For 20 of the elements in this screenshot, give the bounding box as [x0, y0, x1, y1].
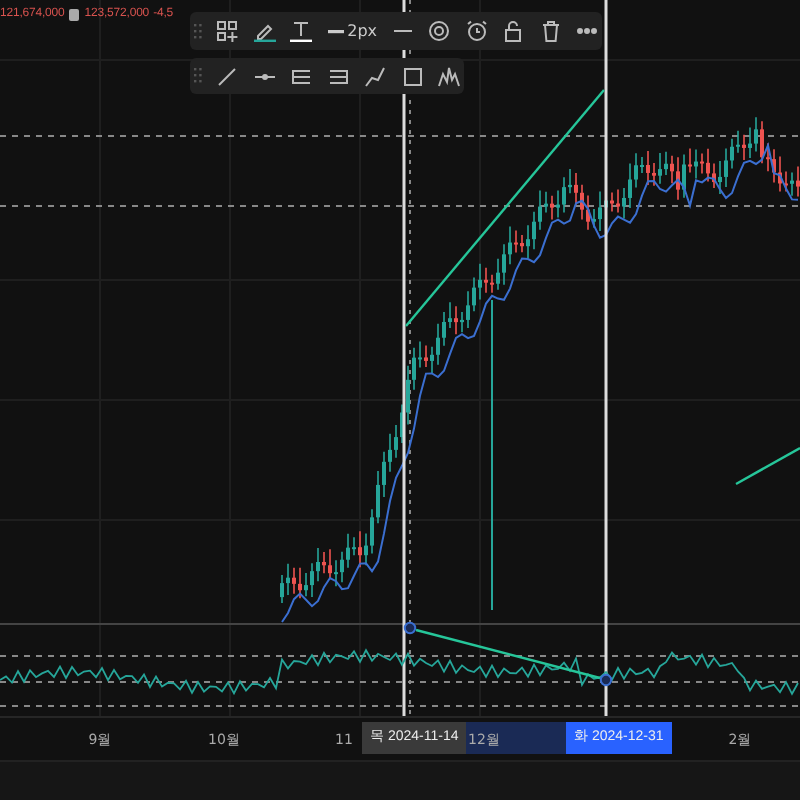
drag-handle-icon[interactable]	[194, 23, 202, 39]
drag-handle-icon[interactable]	[194, 68, 202, 84]
line-width-icon	[327, 27, 344, 35]
trend-line[interactable]	[403, 621, 613, 687]
brush-icon[interactable]	[364, 65, 387, 87]
line-width-button[interactable]: 2px	[327, 23, 378, 39]
trend-line[interactable]	[735, 446, 800, 486]
trend-line[interactable]	[405, 89, 605, 327]
channel-icon[interactable]	[327, 65, 350, 87]
pencil-icon[interactable]	[253, 20, 276, 42]
parallel-channel-icon[interactable]	[290, 65, 313, 87]
rectangle-icon[interactable]	[401, 65, 424, 87]
trash-icon[interactable]	[539, 20, 562, 42]
line-icon[interactable]	[216, 65, 239, 87]
pattern-icon[interactable]	[437, 65, 460, 87]
shapes-icon[interactable]	[216, 20, 239, 42]
alarm-clock-icon[interactable]	[465, 20, 488, 42]
target-icon[interactable]	[428, 20, 451, 42]
text-color-icon[interactable]	[290, 20, 313, 42]
lock-icon[interactable]	[502, 20, 525, 42]
